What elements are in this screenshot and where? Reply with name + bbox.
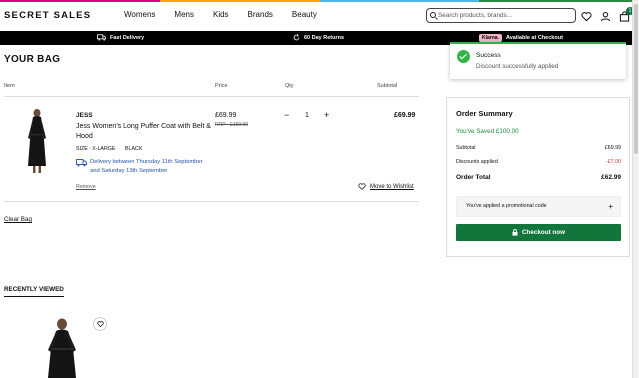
total-label: Order Total <box>456 174 491 181</box>
heart-icon[interactable] <box>581 11 592 22</box>
column-qty: Qty <box>285 83 294 89</box>
column-subtotal: Subtotal <box>377 83 398 89</box>
order-summary: Order Summary You've Saved £100.00 Subto… <box>446 97 630 257</box>
klarna-label: Available at Checkout <box>505 35 563 41</box>
item-subtotal: £69.99 <box>394 112 416 119</box>
qty-value: 1 <box>305 112 309 119</box>
checkout-button[interactable]: Checkout now <box>456 224 621 241</box>
check-circle-icon <box>457 50 470 63</box>
nav-womens[interactable]: Womens <box>124 10 155 19</box>
search-placeholder: Search products, brands... <box>438 12 512 19</box>
returns-label: 60 Day Returns <box>304 34 345 41</box>
clear-bag-link[interactable]: Clear Bag <box>4 216 32 223</box>
truck-icon <box>97 34 106 41</box>
page-title: YOUR BAG <box>4 54 61 65</box>
klarna-info: Klarna. Available at Checkout <box>479 34 563 42</box>
page-scrollbar[interactable] <box>632 0 639 378</box>
search-icon <box>430 12 436 18</box>
summary-title: Order Summary <box>456 109 513 118</box>
item-rrp: RRP - £169.99 <box>215 122 248 128</box>
lock-icon <box>512 229 518 236</box>
divider <box>4 96 419 97</box>
nav-mens[interactable]: Mens <box>174 10 194 19</box>
search-input[interactable]: Search products, brands... <box>426 8 576 23</box>
nav-kids[interactable]: Kids <box>213 10 229 19</box>
heart-outline-icon <box>358 183 366 190</box>
product-color: BLACK <box>125 146 143 152</box>
success-toast: Success Discount successfully applied <box>450 42 626 79</box>
returns: 60 Day Returns <box>293 34 344 41</box>
scrollbar-thumb[interactable] <box>634 4 638 154</box>
item-price: £69.99 <box>215 112 237 119</box>
fast-delivery-label: Fast Delivery <box>110 34 145 41</box>
delivery-estimate: Delivery between Thursday 11th September… <box>90 159 203 174</box>
checkout-label: Checkout now <box>521 229 566 236</box>
main-nav: Womens Mens Kids Brands Beauty <box>124 10 336 19</box>
wishlist-label: Move to Wishlist <box>370 183 414 190</box>
recently-viewed-wishlist-button[interactable] <box>93 317 107 331</box>
toast-title: Success <box>476 52 501 59</box>
discount-row: Discounts applied -£7.00 <box>456 159 621 165</box>
total-row: Order Total £62.99 <box>456 174 621 181</box>
discount-label: Discounts applied <box>456 159 498 165</box>
column-item: Item <box>4 83 15 89</box>
recently-viewed-heading: RECENTLY VIEWED <box>4 286 64 297</box>
qty-decrease-button[interactable]: − <box>284 110 289 120</box>
product-brand: JESS <box>76 112 93 119</box>
user-icon[interactable] <box>600 11 611 22</box>
site-header: SECRET SALES Womens Mens Kids Brands Bea… <box>0 2 634 29</box>
plus-icon: + <box>608 202 613 211</box>
klarna-badge: Klarna. <box>479 34 502 42</box>
heart-icon <box>96 321 104 327</box>
total-value: £62.99 <box>601 174 621 181</box>
returns-icon <box>293 34 300 41</box>
subtotal-row: Subtotal £69.99 <box>456 145 621 151</box>
toast-message: Discount successfully applied <box>476 63 559 70</box>
qty-increase-button[interactable]: + <box>324 110 329 120</box>
nav-brands[interactable]: Brands <box>248 10 273 19</box>
site-logo[interactable]: SECRET SALES <box>4 10 91 21</box>
discount-value: -£7.00 <box>605 159 621 165</box>
divider <box>4 201 419 202</box>
promo-label: You've applied a promotional code <box>466 203 547 209</box>
move-to-wishlist-button[interactable]: Move to Wishlist <box>358 183 414 190</box>
subtotal-label: Subtotal <box>456 145 476 151</box>
product-name[interactable]: Jess Women's Long Puffer Coat with Belt … <box>76 122 212 142</box>
promo-code-toggle[interactable]: You've applied a promotional code + <box>456 196 621 217</box>
product-size: SIZE : X-LARGE <box>76 146 116 152</box>
delivery-truck-icon <box>76 159 87 167</box>
column-price: Price <box>215 83 228 89</box>
subtotal-value: £69.99 <box>604 145 621 151</box>
recently-viewed-product-image[interactable] <box>40 318 84 378</box>
fast-delivery: Fast Delivery <box>97 34 144 41</box>
remove-link[interactable]: Remove <box>76 184 96 190</box>
savings-text: You've Saved £100.00 <box>456 128 519 135</box>
product-image[interactable] <box>22 108 52 174</box>
nav-beauty[interactable]: Beauty <box>292 10 317 19</box>
